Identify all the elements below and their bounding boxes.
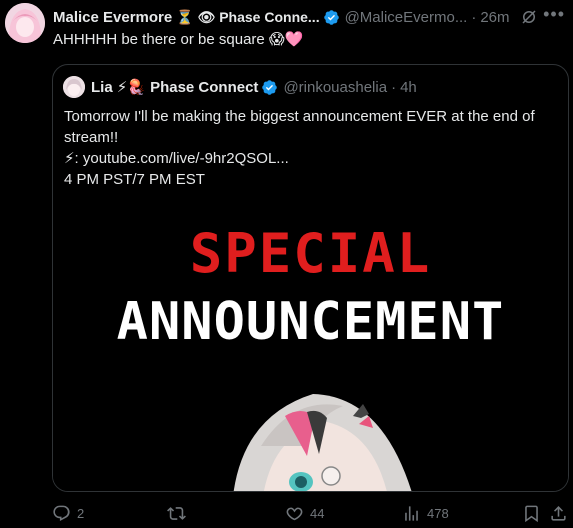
views-chart-icon	[405, 506, 418, 521]
author-name-suffix[interactable]: ⏳ 👁 Phase Conne...	[176, 9, 319, 26]
reply-count: 2	[77, 506, 85, 521]
author-name[interactable]: Malice Evermore	[53, 9, 172, 26]
quoted-separator-dot: ·	[391, 78, 397, 96]
views-count: 478	[427, 506, 449, 521]
quoted-text-line: stream!!	[64, 129, 119, 146]
separator-dot: ·	[471, 8, 477, 26]
image-text-announcement: ANNOUNCEMENT	[116, 292, 505, 352]
avatar-image	[5, 3, 45, 43]
tweet-action-bar: 2 44 478	[52, 498, 567, 528]
bookmark-button[interactable]	[522, 504, 547, 523]
reply-button[interactable]: 2	[52, 504, 84, 523]
reply-icon	[53, 505, 70, 522]
quoted-link-line[interactable]: ⚡: youtube.com/live/-9hr2QSOL...	[64, 148, 559, 169]
retweet-button[interactable]	[167, 504, 192, 523]
tweet-text: AHHHHH be there or be square 😱🩷	[53, 31, 304, 48]
retweet-icon	[167, 507, 186, 520]
quoted-tweet[interactable]: Lia ⚡🪼 Phase Connect @rinkouashelia · 4h…	[52, 64, 569, 492]
bookmark-icon	[525, 505, 538, 523]
grok-icon[interactable]	[520, 8, 538, 26]
verified-badge-icon	[323, 9, 339, 25]
author-handle[interactable]: @MaliceEvermo...	[345, 9, 468, 26]
quoted-verified-badge-icon	[262, 79, 278, 95]
quoted-author-name: Lia	[91, 78, 113, 96]
quoted-text-line: 4 PM PST/7 PM EST	[64, 171, 205, 188]
tweet-header: Malice Evermore ⏳ 👁 Phase Conne... @Mali…	[53, 5, 568, 29]
quoted-avatar-image	[63, 76, 85, 98]
author-avatar[interactable]	[5, 3, 45, 43]
tweet-timestamp[interactable]: 26m	[480, 9, 509, 26]
like-button[interactable]: 44	[285, 504, 324, 523]
more-dots-icon[interactable]: •••	[543, 4, 565, 25]
image-text-special: SPECIAL	[189, 222, 432, 285]
heart-icon	[286, 507, 303, 521]
share-icon	[551, 506, 566, 521]
like-count: 44	[310, 506, 325, 521]
quoted-author-handle: @rinkouashelia	[283, 78, 388, 96]
quoted-media-image[interactable]: SPECIAL ANNOUNCEMENT	[53, 198, 568, 491]
quoted-timestamp: 4h	[400, 78, 417, 96]
quoted-tweet-header: Lia ⚡🪼 Phase Connect @rinkouashelia · 4h	[63, 76, 417, 98]
views-button[interactable]: 478	[402, 504, 449, 523]
quoted-author-avatar	[63, 76, 85, 98]
quoted-author-name-suffix: ⚡🪼 Phase Connect	[116, 79, 259, 96]
quoted-tweet-text: Tomorrow I'll be making the biggest anno…	[64, 106, 559, 190]
anime-character-illustration	[233, 394, 412, 491]
share-button[interactable]	[549, 504, 573, 523]
quoted-text-line: Tomorrow I'll be making the biggest anno…	[64, 108, 535, 125]
